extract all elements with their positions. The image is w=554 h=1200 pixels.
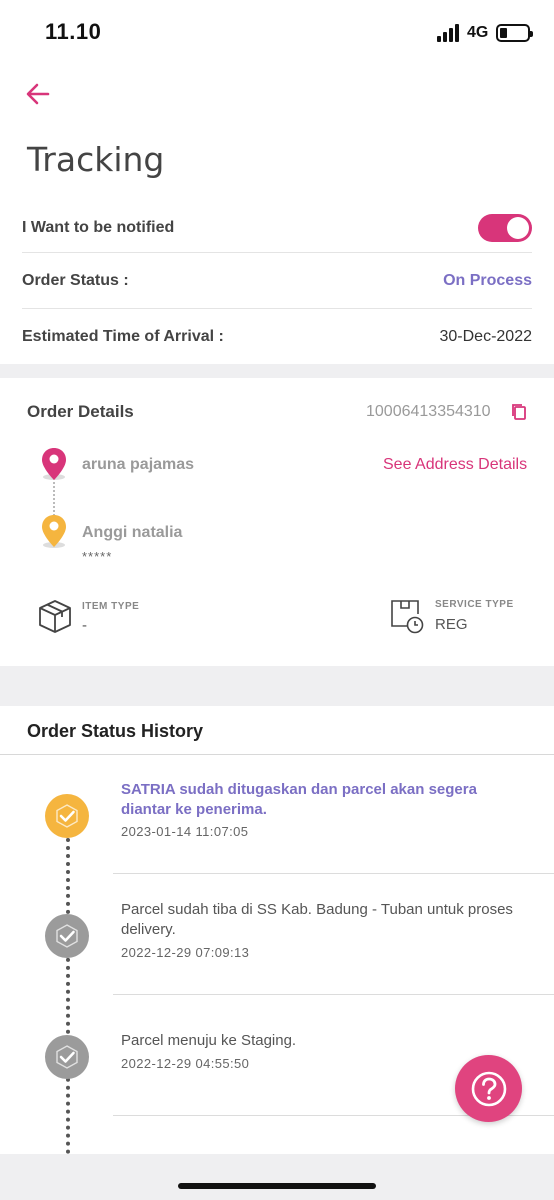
service-type-value: REG (435, 616, 468, 633)
status-bar: 11.10 4G (0, 0, 554, 64)
order-number: 10006413354310 (366, 403, 491, 420)
service-type-label: SERVICE TYPE (435, 599, 514, 610)
home-indicator (178, 1183, 376, 1189)
battery-icon (496, 24, 533, 42)
section-separator (0, 666, 554, 706)
history-event-text: Parcel menuju ke Staging. (121, 1032, 297, 1049)
eta-row: Estimated Time of Arrival : 30-Dec-2022 (22, 309, 532, 365)
notify-row: I Want to be notified (22, 200, 532, 256)
help-button[interactable] (455, 1055, 522, 1122)
order-status-label: Order Status : (22, 272, 129, 289)
eta-value: 30-Dec-2022 (439, 328, 533, 345)
sender-name: aruna pajamas (82, 456, 195, 473)
package-icon (39, 600, 71, 633)
history-title: Order Status History (27, 721, 204, 741)
item-type-label: ITEM TYPE (82, 601, 140, 612)
page-title: Tracking (27, 140, 165, 179)
section-separator (0, 364, 554, 378)
timeline-dot-active (45, 794, 89, 838)
arrow-left-icon (26, 83, 50, 105)
eta-label: Estimated Time of Arrival : (22, 328, 224, 345)
check-icon (56, 804, 78, 828)
timeline-dot-done (45, 1035, 89, 1079)
sender-pin-icon (42, 448, 66, 480)
history-event-time: 2022-12-29 07:09:13 (121, 945, 250, 960)
order-details-title: Order Details (27, 402, 134, 421)
history-event-text: Parcel sudah tiba di SS Kab. Badung - Tu… (121, 901, 513, 938)
network-type: 4G (467, 24, 489, 41)
check-icon (56, 1045, 78, 1069)
receiver-name: Anggi natalia (82, 524, 183, 541)
item-type-value: - (82, 617, 87, 634)
copy-icon[interactable] (511, 403, 527, 421)
history-event-time: 2022-12-29 04:55:50 (121, 1056, 250, 1071)
history-event-text: SATRIA sudah ditugaskan dan parcel akan … (121, 781, 477, 818)
order-status-row: Order Status : On Process (22, 253, 532, 309)
question-icon (471, 1071, 506, 1106)
receiver-pin-icon (42, 515, 66, 547)
order-status-value: On Process (443, 272, 532, 289)
history-event-time: 2023-01-14 11:07:05 (121, 824, 249, 839)
timeline-line (66, 838, 70, 1154)
check-icon (56, 924, 78, 948)
status-time: 11.10 (45, 19, 102, 44)
service-type-icon (391, 600, 424, 634)
notify-toggle[interactable] (478, 214, 532, 242)
signal-icon (437, 24, 461, 42)
timeline-dot-done (45, 914, 89, 958)
see-address-details-link[interactable]: See Address Details (383, 456, 527, 474)
receiver-address: ***** (82, 549, 113, 564)
notify-label: I Want to be notified (22, 219, 175, 236)
back-button[interactable] (22, 78, 54, 110)
